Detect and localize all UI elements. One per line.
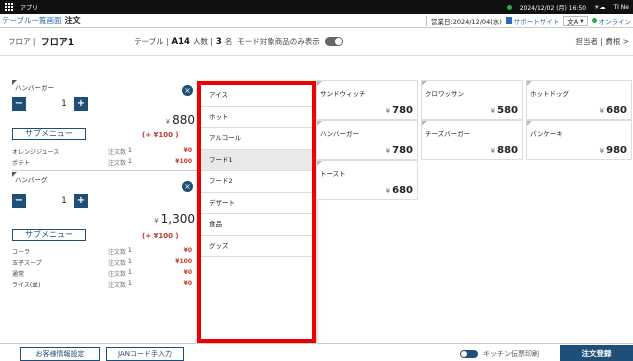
online-status: オンライン	[591, 16, 632, 26]
page-title: 注文	[64, 16, 81, 25]
submenu-price: (+ ¥100 )	[142, 232, 179, 240]
people-value: 3	[215, 36, 222, 47]
back-to-table-list-link[interactable]: テーブル一覧画面	[2, 15, 62, 26]
document-icon	[505, 17, 512, 24]
online-label: オンライン	[598, 17, 632, 26]
qty-minus-button[interactable]: −	[12, 97, 26, 111]
qty-minus-button[interactable]: −	[12, 194, 26, 208]
page-header: テーブル一覧画面 注文 営業日:2024/12/04(水) サポートサイト 文A…	[0, 14, 633, 28]
product-card[interactable]: ハンバーガー ¥780	[316, 120, 418, 160]
category-item-alcohol[interactable]: アルコール	[201, 128, 312, 150]
submenu-option-row: ポテト 注文数 1 ¥100	[12, 158, 192, 167]
support-site-link[interactable]: サポートサイト	[505, 16, 560, 26]
people-unit: 名	[224, 37, 233, 46]
datetime: 2024/12/02 (月) 16:50	[519, 4, 587, 12]
language-select[interactable]: 文A ▾	[563, 15, 588, 26]
category-item-ice[interactable]: アイス	[201, 85, 312, 107]
product-card[interactable]: トースト ¥680	[316, 160, 418, 200]
qty-plus-button[interactable]: +	[74, 97, 88, 111]
customer-info-button[interactable]: お客様情報設定	[20, 347, 100, 361]
staff-selector[interactable]: 担当者 | 費根 >	[576, 36, 633, 47]
category-item-hot[interactable]: ホット	[201, 107, 312, 128]
submenu-price: (+ ¥100 )	[142, 131, 179, 139]
order-item-name: ハンバーガー	[15, 84, 54, 92]
order-list: ハンバーガー × − 1 + ¥880 サブメニュー (+ ¥100 ) オレン…	[12, 80, 197, 338]
product-card[interactable]: チーズバーガー ¥880	[421, 120, 523, 160]
order-item-price: ¥880	[165, 113, 195, 127]
logo-text: TI Ne	[613, 3, 629, 11]
category-list: アイス ホット アルコール フード1 フード2 デザート 食品 グッズ	[201, 85, 312, 257]
order-item: ハンバーグ × − 1 + ¥1,300 サブメニュー (+ ¥100 ) コー…	[12, 172, 197, 332]
floor-info-bar: フロア | フロア1 テーブル | A14 人数 | 3 名 モード対象商品のみ…	[0, 28, 633, 56]
bottom-action-bar: お客様情報設定 JANコード手入力 キッチン伝票印刷 注文登録	[0, 343, 633, 361]
table-value: A14	[171, 36, 190, 47]
category-item-grocery[interactable]: 食品	[201, 214, 312, 236]
app-name: アプリ	[20, 4, 39, 12]
submenu-option-row: 通常 注文数 1 ¥0	[12, 269, 192, 278]
business-day: 営業日:2024/12/04(水)	[431, 17, 502, 26]
floor-value[interactable]: フロア1	[41, 35, 74, 48]
submenu-button[interactable]: サブメニュー	[12, 128, 86, 140]
product-card[interactable]: クロワッサン ¥580	[421, 80, 523, 120]
category-menu: アイス ホット アルコール フード1 フード2 デザート 食品 グッズ	[197, 81, 316, 343]
category-item-dessert[interactable]: デザート	[201, 193, 312, 214]
register-order-button[interactable]: 注文登録	[560, 345, 633, 361]
remove-item-button[interactable]: ×	[182, 181, 193, 192]
category-item-food2[interactable]: フード2	[201, 171, 312, 193]
chevron-down-icon: ▾	[580, 16, 584, 25]
order-item-name: ハンバーグ	[15, 176, 48, 184]
order-item-price: ¥1,300	[154, 212, 195, 226]
submenu-option-row: ライス(並) 注文数 1 ¥0	[12, 280, 192, 289]
people-label: 人数	[192, 37, 208, 46]
support-site-label: サポートサイト	[513, 17, 560, 26]
status-dot-icon	[506, 4, 512, 10]
category-item-food1[interactable]: フード1	[201, 149, 312, 171]
translate-icon: 文A	[567, 17, 579, 26]
mode-filter-label: モード対象商品のみ表示	[237, 37, 320, 46]
system-bar: アプリ 2024/12/02 (月) 16:50 ☀☁ TI Ne	[0, 0, 633, 14]
table-label: テーブル	[134, 37, 164, 46]
submenu-button[interactable]: サブメニュー	[12, 229, 86, 241]
submenu-option-row: オレンジジュース 注文数 1 ¥0	[12, 147, 192, 156]
submenu-option-row: コーラ 注文数 1 ¥0	[12, 247, 192, 256]
qty-plus-button[interactable]: +	[74, 194, 88, 208]
mode-filter-toggle[interactable]	[324, 37, 343, 46]
remove-item-button[interactable]: ×	[182, 85, 193, 96]
online-dot-icon	[591, 18, 597, 23]
floor-label: フロア	[8, 37, 31, 46]
kitchen-print-label: キッチン伝票印刷	[483, 350, 539, 358]
category-item-goods[interactable]: グッズ	[201, 236, 312, 257]
sun-cloud-icon: ☀☁	[594, 3, 606, 11]
submenu-option-row: 玉子スープ 注文数 1 ¥100	[12, 258, 192, 267]
product-card[interactable]: サンドウィッチ ¥780	[316, 80, 418, 120]
kitchen-print-toggle[interactable]	[460, 350, 478, 358]
product-card[interactable]: パンケーキ ¥980	[526, 120, 632, 160]
app-grid-icon[interactable]	[5, 2, 15, 12]
product-card[interactable]: ホットドッグ ¥680	[526, 80, 632, 120]
jan-code-input-button[interactable]: JANコード手入力	[106, 347, 184, 361]
